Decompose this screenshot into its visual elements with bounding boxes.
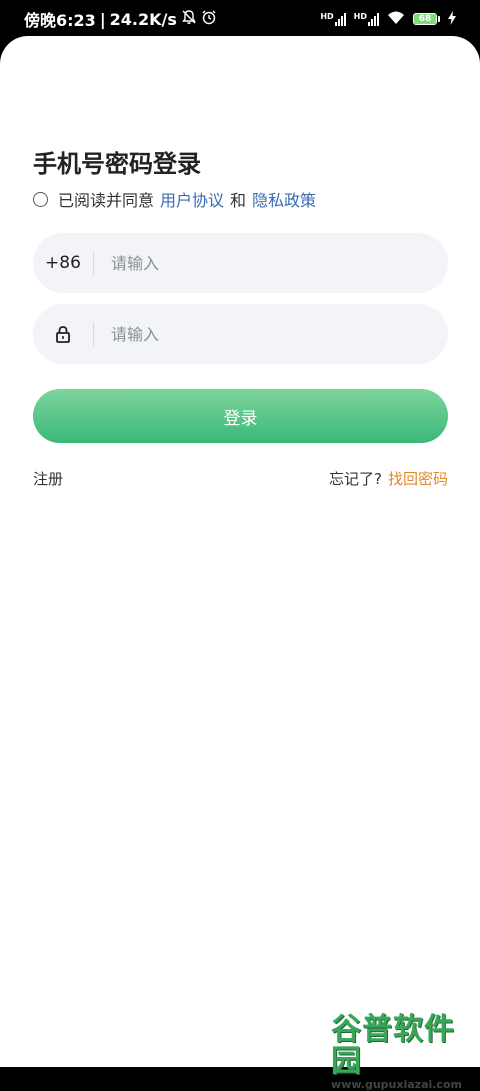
field-divider [93, 322, 94, 346]
status-left: 傍晚6:23 | 24.2K/s [24, 7, 217, 31]
agreement-row: 已阅读并同意 用户协议 和 隐私政策 [33, 187, 322, 211]
phone-input[interactable] [109, 252, 448, 274]
login-sheet: 手机号密码登录 已阅读并同意 用户协议 和 隐私政策 +86 登录 注册 忘记了… [0, 36, 480, 1091]
signal-1: HD [320, 12, 346, 26]
lightning-icon [448, 10, 456, 29]
field-divider [93, 251, 94, 275]
signal-bars-icon [334, 12, 346, 26]
forgot-label: 忘记了? [329, 470, 382, 488]
wifi-icon [387, 10, 405, 29]
register-link[interactable]: 注册 [33, 468, 63, 489]
hd-label: HD [353, 12, 367, 21]
battery-icon: 68 [413, 13, 440, 25]
lock-icon [33, 325, 93, 343]
page-title: 手机号密码登录 [33, 150, 201, 178]
watermark-name: 谷普软件园 [331, 1012, 455, 1079]
status-right: HD HD 68 [320, 10, 456, 29]
login-button[interactable]: 登录 [33, 389, 448, 443]
password-input[interactable] [109, 323, 448, 345]
agreement-radio[interactable] [33, 191, 48, 207]
signal-2: HD [354, 12, 379, 26]
user-agreement-link[interactable]: 用户协议 [160, 187, 224, 211]
status-separator: | [99, 9, 106, 29]
phone-field: +86 [33, 233, 448, 293]
agreement-and: 和 [230, 191, 247, 210]
watermark-url: www.gupuxiazai.com [331, 1078, 462, 1091]
bell-off-icon [181, 9, 197, 29]
alarm-clock-icon [201, 9, 217, 29]
recover-password-link[interactable]: 找回密码 [388, 470, 448, 488]
status-time: 傍晚6:23 [24, 11, 96, 30]
password-field [33, 304, 448, 364]
agreement-prefix: 已阅读并同意 [58, 191, 155, 210]
status-bar: 傍晚6:23 | 24.2K/s HD HD 68 [0, 0, 480, 38]
hd-label: HD [320, 12, 334, 21]
signal-bars-icon [368, 12, 379, 26]
battery-level: 68 [414, 14, 436, 24]
forgot-password-row: 忘记了? 找回密码 [329, 468, 448, 489]
country-code[interactable]: +86 [33, 253, 93, 273]
privacy-policy-link[interactable]: 隐私政策 [252, 187, 316, 211]
status-net-speed: 24.2K/s [109, 9, 177, 29]
watermark-logo: 谷普软件园 www.gupuxiazai.com [331, 1014, 476, 1091]
